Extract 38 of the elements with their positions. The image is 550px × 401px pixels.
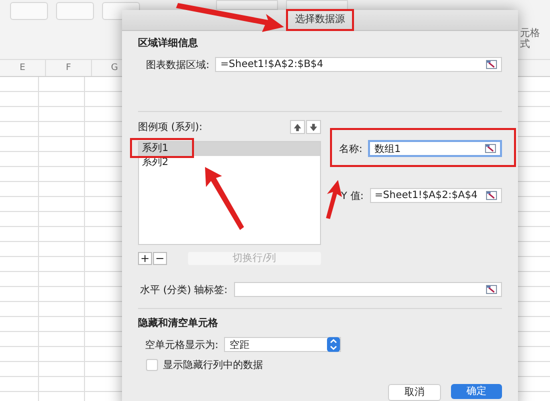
field-label: 图表数据区域: (146, 58, 210, 72)
column-header: F (46, 60, 92, 76)
series-item[interactable]: 系列1 (139, 142, 320, 156)
highlight-frame (286, 9, 354, 31)
section-heading: 区域详细信息 (138, 37, 199, 51)
column-header: E (0, 60, 46, 76)
name-field[interactable]: 数组1 (368, 140, 502, 157)
toolbar-label: 元格 式 (520, 28, 540, 50)
annotation-arrow (205, 167, 244, 230)
list-label: 图例项 (系列): (138, 120, 202, 134)
field-label: Y 值: (341, 190, 364, 202)
arrow-up-icon (293, 122, 302, 132)
range-select-icon[interactable] (486, 285, 497, 294)
field-label: 水平 (分类) 轴标签: (140, 284, 228, 296)
toolbar-dropdown[interactable] (286, 0, 348, 10)
checkbox-label: 显示隐藏行列中的数据 (163, 358, 263, 372)
field-label: 空单元格显示为: (145, 338, 218, 352)
axis-label-field[interactable] (234, 282, 502, 297)
range-select-icon[interactable] (486, 191, 497, 200)
cancel-button[interactable]: 取消 (388, 384, 441, 401)
arrow-down-icon (309, 122, 318, 132)
highlight-frame (130, 138, 194, 158)
range-select-icon[interactable] (485, 144, 496, 153)
remove-button[interactable]: − (152, 252, 167, 265)
y-values-field[interactable]: =Sheet1!$A$2:$A$4 (370, 188, 502, 203)
select-dropdown[interactable]: 空距 (224, 337, 342, 352)
stepper-icon (327, 337, 340, 352)
move-up-button[interactable] (290, 120, 305, 134)
checkbox[interactable] (146, 359, 158, 371)
move-down-button[interactable] (306, 120, 321, 134)
ok-button[interactable]: 确定 (451, 384, 502, 399)
input-field[interactable]: =Sheet1!$A$2:$B$4 (215, 57, 502, 72)
annotation-arrow (326, 180, 342, 219)
section-heading: 隐藏和清空单元格 (138, 317, 219, 331)
add-button[interactable]: + (138, 252, 152, 265)
dialog-title: 选择数据源 (295, 14, 345, 26)
range-select-icon[interactable] (486, 60, 497, 69)
field-label: 名称: (339, 142, 362, 156)
